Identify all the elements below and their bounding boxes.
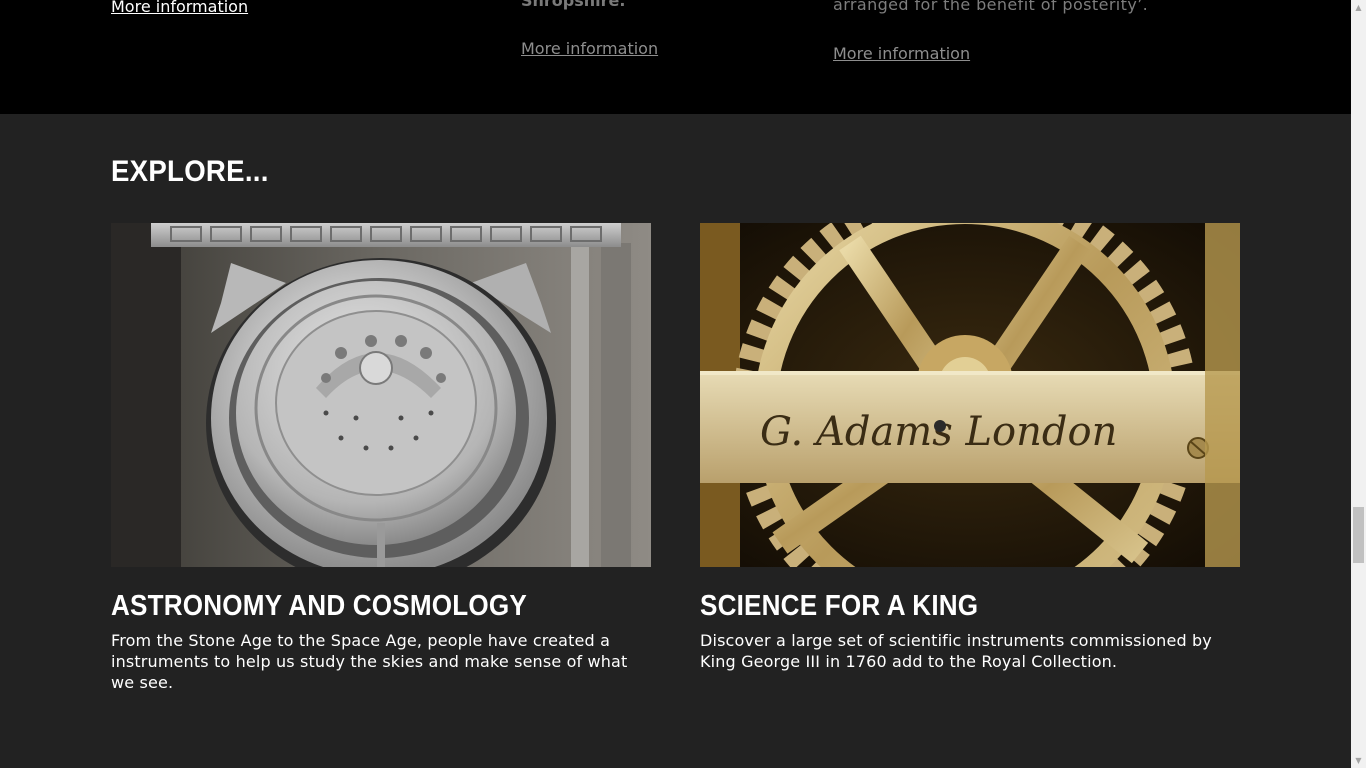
science-for-a-king-card-description: Discover a large set of scientific instr…	[700, 631, 1212, 671]
engraving-text: G. Adams London	[760, 409, 1117, 455]
info-column-2: Shropshire. More information	[521, 0, 658, 60]
info-column-3: arranged for the benefit of posterity’. …	[833, 0, 1148, 65]
scroll-up-arrow-icon[interactable]: ▲	[1351, 0, 1366, 15]
astronomy-card-description: From the Stone Age to the Space Age, peo…	[111, 631, 628, 692]
info-column-text: arranged for the benefit of posterity’.	[833, 0, 1149, 14]
explore-card-astronomy[interactable]: ASTRONOMY AND COSMOLOGY From the Stone A…	[111, 223, 651, 693]
info-column-1: More information	[111, 0, 248, 18]
explore-card-science-for-a-king[interactable]: G. Adams London SCIENCE FOR A KING Disco…	[700, 223, 1240, 672]
more-information-link[interactable]: More information	[111, 0, 248, 18]
page: More information Shropshire. More inform…	[0, 0, 1351, 768]
more-information-link[interactable]: More information	[833, 43, 970, 65]
scroll-down-arrow-icon[interactable]: ▼	[1351, 753, 1366, 768]
science-for-a-king-card-image[interactable]: G. Adams London	[700, 223, 1240, 567]
explore-heading: EXPLORE...	[111, 155, 269, 188]
scrollbar-thumb[interactable]	[1353, 507, 1364, 563]
astronomy-card-title[interactable]: ASTRONOMY AND COSMOLOGY	[111, 589, 597, 623]
science-for-a-king-card-title[interactable]: SCIENCE FOR A KING	[700, 589, 1186, 623]
vertical-scrollbar[interactable]: ▲ ▼	[1351, 0, 1366, 768]
top-info-band: More information Shropshire. More inform…	[0, 0, 1351, 114]
info-column-text: Shropshire.	[521, 0, 626, 10]
astronomy-card-image[interactable]	[111, 223, 651, 567]
more-information-link[interactable]: More information	[521, 38, 658, 60]
